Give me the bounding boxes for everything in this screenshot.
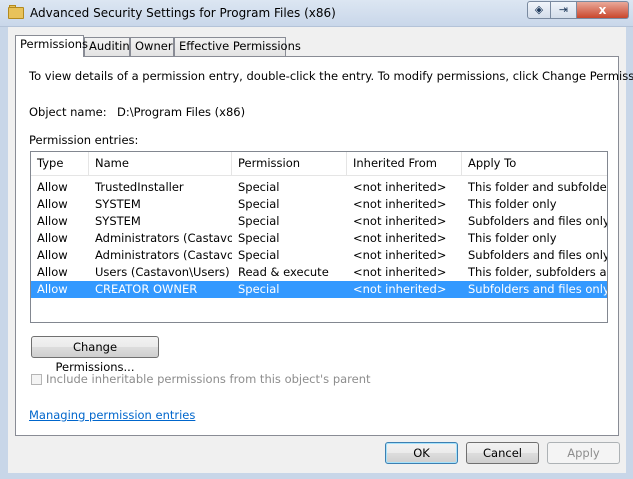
permission-entries-label: Permission entries: — [29, 133, 139, 147]
apply-to-cell: This folder and subfolders — [468, 180, 608, 194]
name-cell: Users (Castavon\Users) — [95, 265, 230, 279]
object-name-value: D:\Program Files (x86) — [117, 105, 246, 119]
permission-cell: Special — [238, 197, 280, 211]
folder-icon — [8, 5, 24, 19]
tab-auditing[interactable]: Auditing — [84, 37, 137, 56]
name-cell: SYSTEM — [95, 197, 141, 211]
object-name-label: Object name: — [29, 105, 107, 119]
inherited-from-cell: <not inherited> — [353, 265, 447, 279]
name-cell: TrustedInstaller — [95, 180, 184, 194]
column-header-permission[interactable]: Permission — [232, 152, 347, 175]
tab-permissions[interactable]: Permissions — [15, 35, 88, 57]
inherited-from-cell: <not inherited> — [353, 282, 447, 296]
list-rows: Allow TrustedInstaller Special <not inherit… — [31, 176, 607, 298]
permission-cell: Special — [238, 282, 280, 296]
name-cell: Administrators (Castavon\... — [95, 248, 232, 262]
name-cell: SYSTEM — [95, 214, 141, 228]
tab-effective-permissions[interactable]: Effective Permissions — [174, 37, 301, 56]
table-row[interactable]: Allow TrustedInstaller Special <not inherit… — [31, 179, 607, 196]
cancel-button[interactable]: Cancel — [466, 442, 539, 464]
window-title: Advanced Security Settings for Program F… — [30, 6, 336, 20]
apply-to-cell: Subfolders and files only — [468, 282, 608, 296]
permission-cell: Special — [238, 214, 280, 228]
apply-to-cell: Subfolders and files only — [468, 248, 608, 262]
table-row[interactable]: Allow Administrators (Castavon\... Special… — [31, 247, 607, 264]
list-header: Type Name Permission Inherited From Appl… — [31, 152, 607, 176]
type-cell: Allow — [37, 180, 68, 194]
nav-diamond-icon[interactable]: ◈ — [527, 1, 551, 19]
type-cell: Allow — [37, 231, 68, 245]
inherited-from-cell: <not inherited> — [353, 197, 447, 211]
column-header-apply-to[interactable]: Apply To — [462, 152, 607, 175]
apply-to-cell: This folder, subfolders and... — [468, 265, 607, 279]
permission-entries-list[interactable]: Type Name Permission Inherited From Appl… — [30, 151, 608, 323]
apply-to-cell: This folder only — [468, 231, 557, 245]
close-button[interactable]: x — [577, 1, 629, 19]
column-header-type[interactable]: Type — [31, 152, 89, 175]
ok-button[interactable]: OK — [385, 442, 458, 464]
column-header-inherited-from[interactable]: Inherited From — [347, 152, 462, 175]
table-row[interactable]: Allow Administrators (Castavon\... Special… — [31, 230, 607, 247]
type-cell: Allow — [37, 282, 68, 296]
apply-to-cell: Subfolders and files only — [468, 214, 608, 228]
permission-cell: Read & execute — [238, 265, 329, 279]
permissions-panel: To view details of a permission entry, d… — [15, 56, 633, 436]
inherited-from-cell: <not inherited> — [353, 180, 447, 194]
inherited-from-cell: <not inherited> — [353, 214, 447, 228]
table-row[interactable]: Allow CREATOR OWNER Special <not inherited>… — [31, 281, 607, 298]
type-cell: Allow — [37, 248, 68, 262]
inherit-permissions-option[interactable]: Include inheritable permissions from thi… — [31, 372, 371, 386]
inherited-from-cell: <not inherited> — [353, 248, 447, 262]
type-cell: Allow — [37, 265, 68, 279]
permission-cell: Special — [238, 180, 280, 194]
tab-owner[interactable]: Owner — [130, 37, 174, 56]
apply-button[interactable]: Apply — [547, 442, 620, 464]
apply-to-cell: This folder only — [468, 197, 557, 211]
column-header-name[interactable]: Name — [89, 152, 232, 175]
inherited-from-cell: <not inherited> — [353, 231, 447, 245]
inherit-permissions-label: Include inheritable permissions from thi… — [46, 372, 371, 386]
managing-permission-entries-link[interactable]: Managing permission entries — [29, 408, 195, 422]
table-row[interactable]: Allow Users (Castavon\Users) Read & execut… — [31, 264, 607, 281]
type-cell: Allow — [37, 214, 68, 228]
table-row[interactable]: Allow SYSTEM Special <not inherited> Subfold… — [31, 213, 607, 230]
inherit-permissions-checkbox[interactable] — [31, 374, 42, 385]
type-cell: Allow — [37, 197, 68, 211]
window-icon[interactable]: ⇥ — [551, 1, 577, 19]
permission-cell: Special — [238, 248, 280, 262]
title-bar[interactable]: Advanced Security Settings for Program F… — [0, 0, 633, 27]
dialog-body: Permissions Auditing Owner Effective Per… — [8, 27, 633, 473]
change-permissions-button[interactable]: Change Permissions... — [31, 336, 159, 374]
name-cell: Administrators (Castavon\... — [95, 231, 232, 245]
permission-cell: Special — [238, 231, 280, 245]
instruction-text: To view details of a permission entry, d… — [29, 69, 633, 83]
table-row[interactable]: Allow SYSTEM Special <not inherited> This fo… — [31, 196, 607, 213]
name-cell: CREATOR OWNER — [95, 282, 198, 296]
